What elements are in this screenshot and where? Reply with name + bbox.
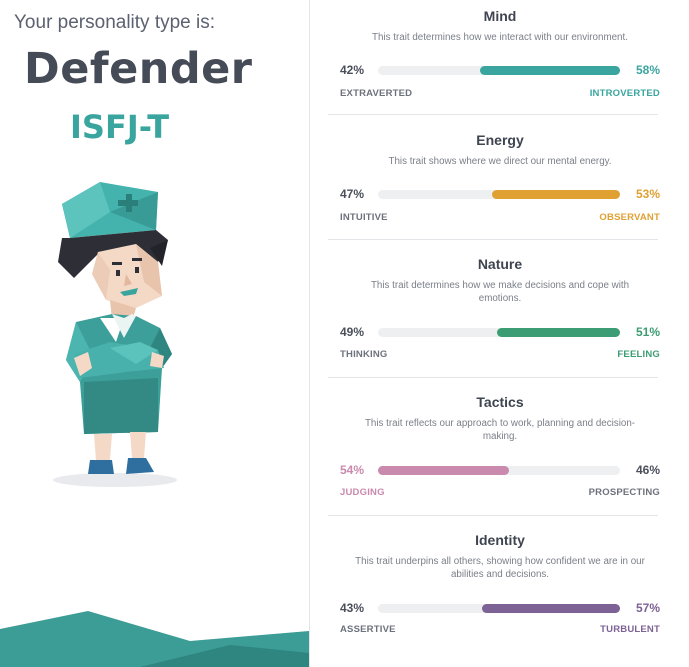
trait-bar-row: 42% 58%	[338, 62, 662, 78]
trait-description: This trait underpins all others, showing…	[355, 556, 645, 580]
intro-text: Your personality type is:	[14, 12, 216, 33]
trait-separator	[328, 239, 658, 240]
trait-fill	[491, 190, 620, 199]
defender-character-illustration	[53, 182, 177, 487]
right-trait-label: FEELING	[617, 349, 660, 360]
trait-separator	[328, 515, 658, 516]
trait-description: This trait determines how we interact wi…	[372, 32, 628, 43]
trait-fill	[482, 604, 620, 613]
right-trait-label: TURBULENT	[600, 624, 660, 635]
left-trait-label: INTUITIVE	[340, 212, 388, 223]
right-percentage: 57%	[635, 601, 660, 615]
right-trait-label: INTROVERTED	[589, 88, 660, 99]
traits-panel: Mind This trait determines how we intera…	[310, 0, 689, 667]
right-percentage: 51%	[635, 325, 660, 339]
left-trait-label: EXTRAVERTED	[340, 88, 413, 99]
trait-description: This trait determines how we make decisi…	[370, 280, 630, 304]
trait-tactics: Tactics This trait reflects our approach…	[338, 394, 662, 498]
left-percentage: 54%	[340, 463, 365, 477]
trait-fill	[378, 466, 509, 475]
trait-mind: Mind This trait determines how we intera…	[338, 8, 662, 99]
trait-labels: EXTRAVERTED INTROVERTED	[338, 88, 662, 100]
left-percentage: 43%	[340, 601, 365, 615]
trait-bar-row: 43% 57%	[338, 600, 662, 616]
trait-fill	[479, 66, 620, 75]
right-trait-label: OBSERVANT	[599, 212, 660, 223]
personality-summary-panel: Your personality type is: Defender ISFJ-…	[0, 0, 309, 667]
trait-labels: THINKING FEELING	[338, 349, 662, 361]
trait-labels: INTUITIVE OBSERVANT	[338, 212, 662, 224]
trait-bar-row: 54% 46%	[338, 462, 662, 478]
trait-title: Identity	[475, 532, 525, 548]
trait-track	[378, 190, 620, 199]
trait-identity: Identity This trait underpins all others…	[338, 532, 662, 635]
personality-type-code: ISFJ-T	[70, 108, 170, 146]
right-percentage: 46%	[635, 463, 660, 477]
trait-title: Mind	[483, 8, 517, 24]
trait-title: Nature	[477, 256, 523, 272]
left-percentage: 42%	[340, 63, 365, 77]
decorative-waves	[0, 611, 309, 667]
trait-nature: Nature This trait determines how we make…	[338, 256, 662, 360]
left-trait-label: ASSERTIVE	[340, 624, 396, 635]
trait-track	[378, 604, 620, 613]
trait-fill	[496, 328, 620, 337]
trait-track	[378, 66, 620, 75]
right-percentage: 58%	[635, 63, 660, 77]
left-percentage: 47%	[340, 187, 365, 201]
trait-track	[378, 466, 620, 475]
trait-bar-row: 47% 53%	[338, 186, 662, 202]
trait-track	[378, 328, 620, 337]
trait-energy: Energy This trait shows where we direct …	[338, 132, 662, 223]
trait-title: Energy	[476, 132, 524, 148]
trait-bar-row: 49% 51%	[338, 324, 662, 340]
left-trait-label: JUDGING	[340, 487, 385, 498]
personality-type-name: Defender	[24, 44, 253, 94]
trait-description: This trait shows where we direct our men…	[388, 156, 612, 167]
trait-separator	[328, 377, 658, 378]
right-trait-label: PROSPECTING	[588, 487, 660, 498]
left-percentage: 49%	[340, 325, 365, 339]
trait-title: Tactics	[476, 394, 524, 410]
trait-labels: JUDGING PROSPECTING	[338, 487, 662, 499]
left-trait-label: THINKING	[340, 349, 388, 360]
trait-separator	[328, 114, 658, 115]
trait-labels: ASSERTIVE TURBULENT	[338, 624, 662, 636]
right-percentage: 53%	[635, 187, 660, 201]
trait-description: This trait reflects our approach to work…	[364, 418, 636, 442]
